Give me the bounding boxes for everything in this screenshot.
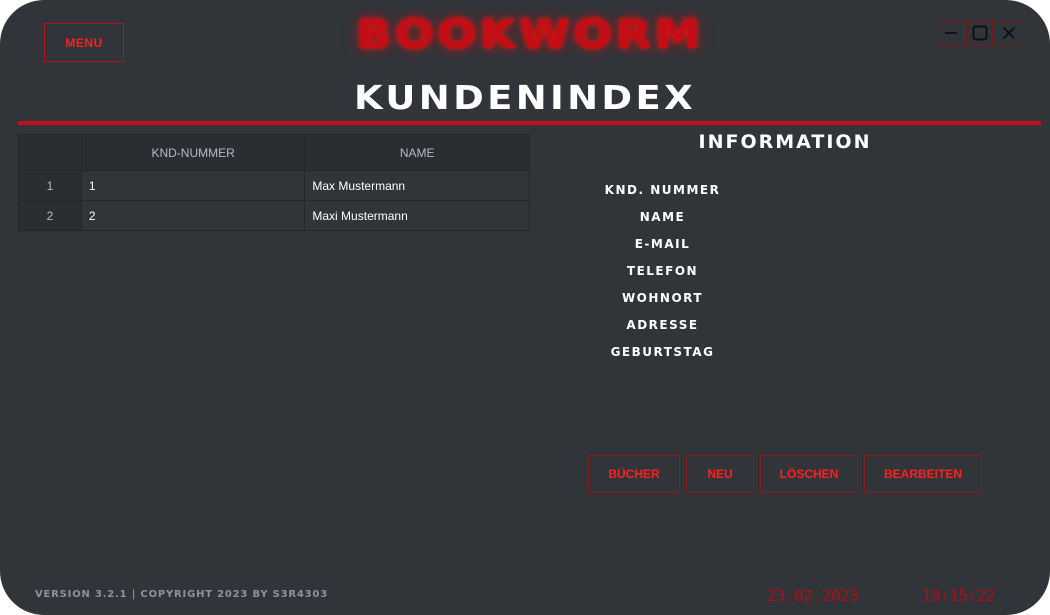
footer-date: 23.02.2023 [767, 586, 859, 605]
books-button[interactable]: BÜCHER [588, 455, 680, 493]
column-header-knd-nummer[interactable]: KND-NUMMER [80, 134, 306, 171]
cell-name[interactable]: Maxi Mustermann [304, 200, 530, 231]
brand-logo: BOOKWORM [356, 12, 704, 58]
title-divider [18, 121, 1041, 125]
page-title: KUNDENINDEX [354, 78, 696, 117]
field-label-telefon: TELEFON [626, 264, 699, 278]
info-panel-title: INFORMATION [698, 131, 872, 153]
minimize-icon[interactable] [937, 20, 964, 46]
row-index: 2 [18, 200, 82, 231]
field-label-email: E-MAIL [634, 237, 691, 251]
info-field-list: KND. NUMMER NAME E-MAIL TELEFON WOHNORT … [590, 180, 735, 369]
column-header-name[interactable]: NAME [304, 134, 530, 171]
cell-knd-nummer[interactable]: 2 [80, 200, 306, 231]
menu-button[interactable]: MENU [44, 23, 124, 62]
edit-button[interactable]: BEARBEITEN [864, 455, 982, 493]
table-row[interactable]: 1 1 Max Mustermann [18, 170, 530, 201]
field-label-name: NAME [639, 210, 686, 224]
new-button[interactable]: NEU [686, 455, 754, 493]
table-header-row: KND-NUMMER NAME [18, 134, 530, 171]
version-copyright: VERSION 3.2.1 | COPYRIGHT 2023 BY S3R430… [35, 589, 328, 600]
maximize-icon[interactable] [966, 20, 993, 46]
window-controls [937, 20, 1022, 46]
row-index: 1 [18, 170, 82, 201]
app-window: MENU BOOKWORM KUNDENINDEX KND-NUMMER NAM… [0, 0, 1050, 615]
field-label-knd-nummer: KND. NUMMER [604, 183, 721, 197]
cell-name[interactable]: Max Mustermann [304, 170, 530, 201]
table-row[interactable]: 2 2 Maxi Mustermann [18, 200, 530, 231]
close-icon[interactable] [995, 20, 1022, 46]
footer-time: 19:15:22 [922, 586, 996, 605]
cell-knd-nummer[interactable]: 1 [80, 170, 306, 201]
row-index-header [18, 134, 82, 171]
customer-table[interactable]: KND-NUMMER NAME 1 1 Max Mustermann 2 2 M… [18, 134, 530, 231]
field-label-wohnort: WOHNORT [621, 291, 704, 305]
delete-button[interactable]: LÖSCHEN [760, 455, 858, 493]
field-label-adresse: ADRESSE [626, 318, 699, 332]
field-label-geburtstag: GEBURTSTAG [610, 345, 715, 359]
